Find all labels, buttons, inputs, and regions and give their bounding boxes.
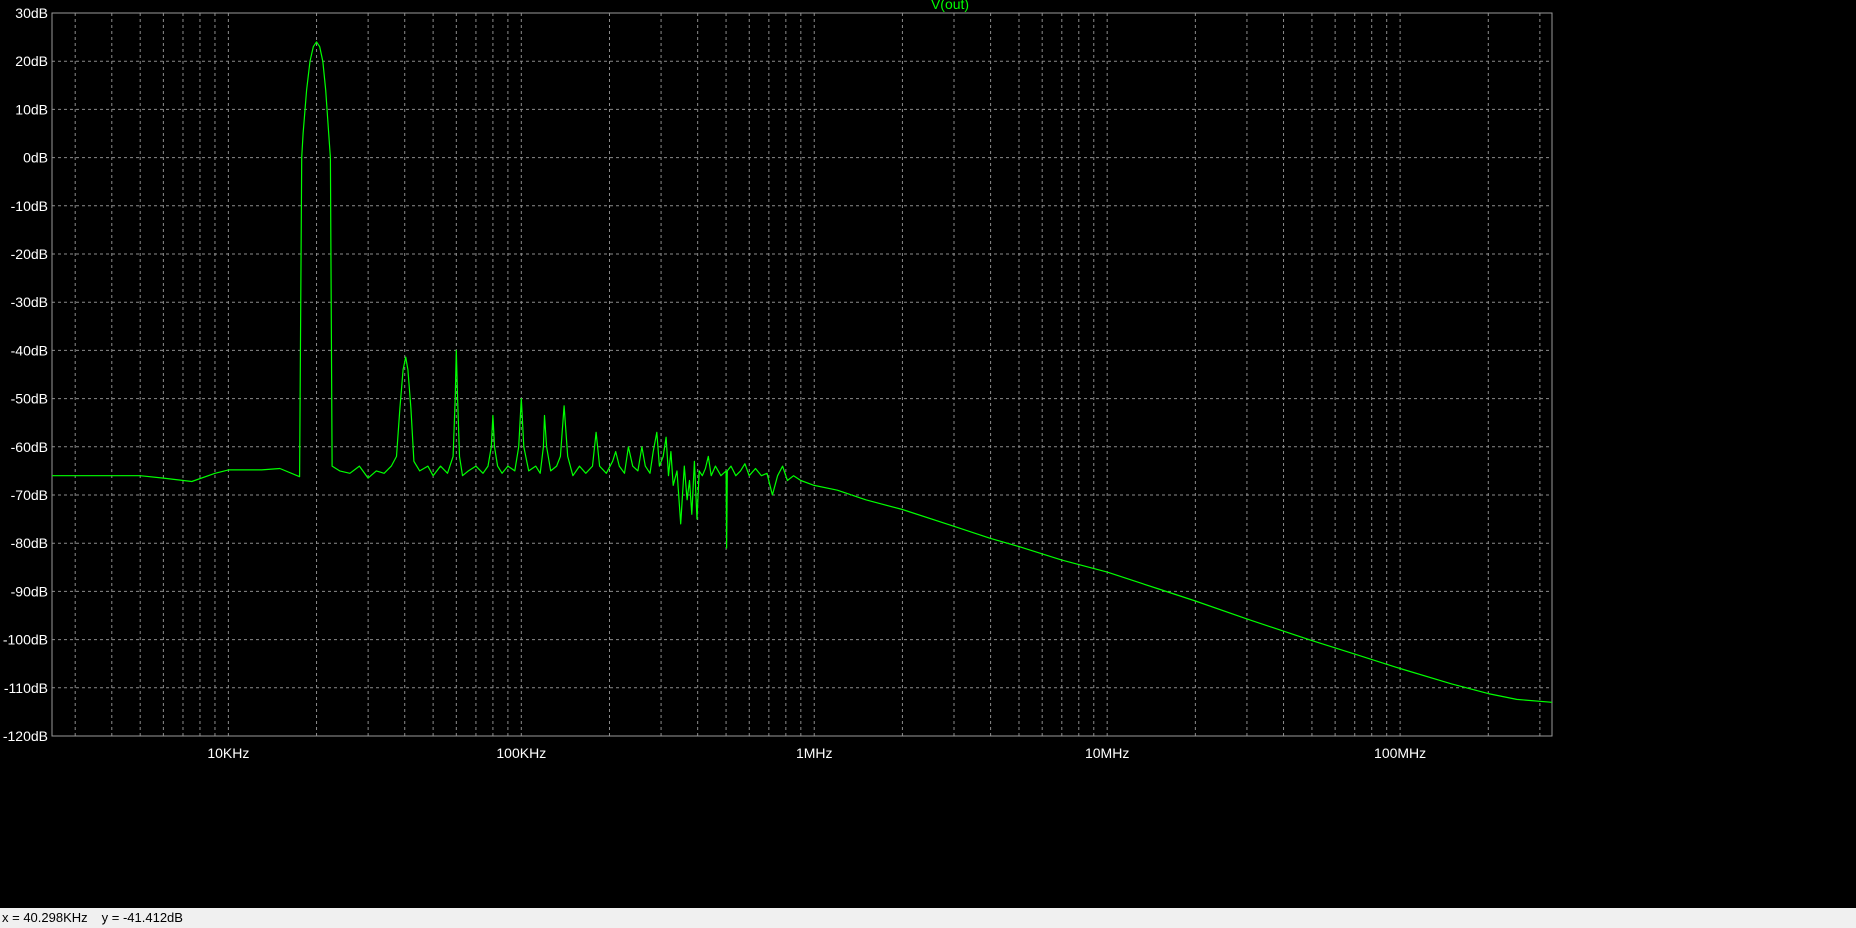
- x-tick-label: 100KHz: [496, 745, 546, 761]
- y-tick-label: 10dB: [15, 101, 48, 117]
- y-tick-label: -120dB: [3, 728, 48, 744]
- y-tick-label: 20dB: [15, 53, 48, 69]
- y-tick-label: -10dB: [11, 198, 48, 214]
- y-tick-label: -60dB: [11, 439, 48, 455]
- y-tick-label: -50dB: [11, 391, 48, 407]
- y-tick-label: -80dB: [11, 535, 48, 551]
- y-tick-label: -70dB: [11, 487, 48, 503]
- x-tick-label: 100MHz: [1374, 745, 1426, 761]
- y-tick-label: -110dB: [4, 680, 48, 696]
- cursor-y-readout: y = -41.412dB: [101, 910, 183, 925]
- trace-label[interactable]: V(out): [931, 0, 969, 12]
- y-tick-label: -40dB: [11, 342, 48, 358]
- cursor-x-readout: x = 40.298KHz: [2, 910, 88, 925]
- x-tick-label: 10KHz: [207, 745, 249, 761]
- y-tick-label: 30dB: [15, 5, 48, 21]
- plot-background: [0, 0, 1856, 908]
- y-tick-label: -100dB: [3, 632, 48, 648]
- spectrum-plot[interactable]: 30dB 20dB 10dB 0dB -10dB -20dB -30dB -40dB -50dB…: [0, 0, 1856, 908]
- y-tick-label: -90dB: [11, 583, 48, 599]
- y-tick-label: 0dB: [23, 150, 48, 166]
- y-tick-label: -30dB: [11, 294, 48, 310]
- status-bar: x = 40.298KHz y = -41.412dB: [0, 908, 1856, 928]
- x-tick-label: 1MHz: [796, 745, 833, 761]
- x-tick-label: 10MHz: [1085, 745, 1129, 761]
- y-tick-label: -20dB: [11, 246, 48, 262]
